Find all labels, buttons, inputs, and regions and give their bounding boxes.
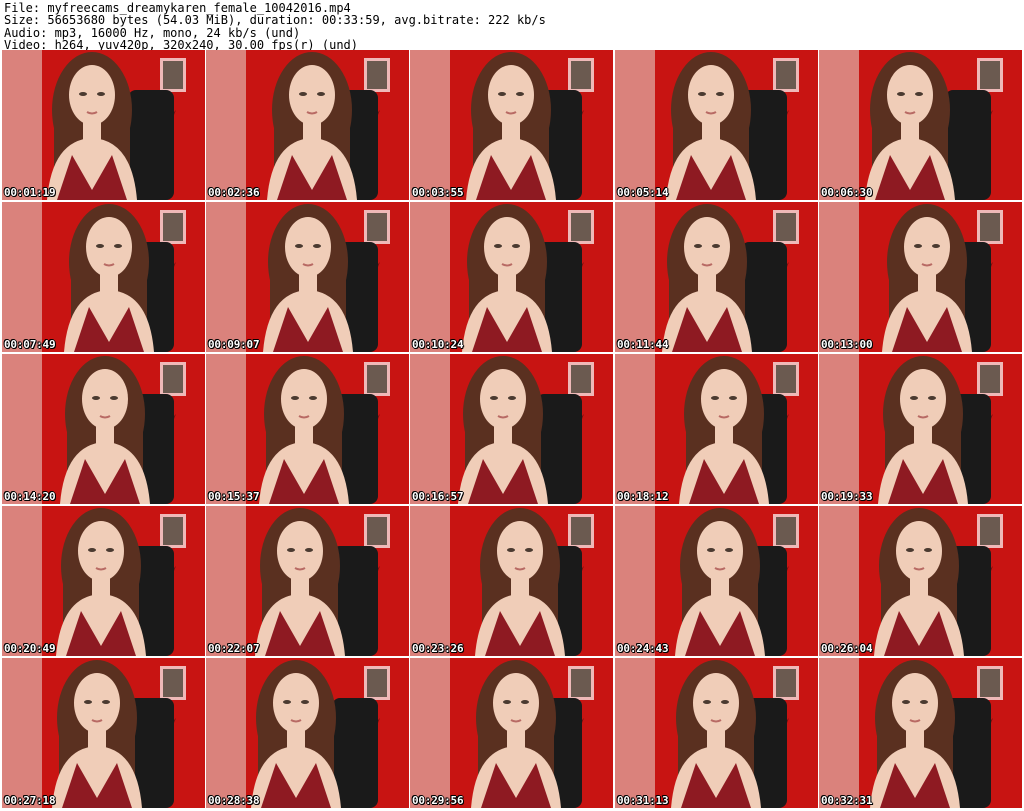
timestamp-label: 00:18:12 <box>617 490 669 503</box>
frame-image <box>615 506 818 656</box>
timestamp-label: 00:27:18 <box>4 794 56 807</box>
video-thumbnail: 00:27:18 <box>2 658 205 808</box>
timestamp-label: 00:29:56 <box>412 794 464 807</box>
video-thumbnail: 00:19:33 <box>819 354 1022 504</box>
frame-image <box>819 202 1022 352</box>
video-thumbnail: 00:07:49 <box>2 202 205 352</box>
video-thumbnail: 00:22:07 <box>206 506 409 656</box>
file-info: File: myfreecams_dreamykaren_female_1004… <box>4 2 1020 52</box>
frame-image <box>615 202 818 352</box>
frame-image <box>410 50 613 200</box>
timestamp-label: 00:09:07 <box>208 338 260 351</box>
frame-image <box>819 354 1022 504</box>
frame-image <box>410 658 613 808</box>
timestamp-label: 00:31:13 <box>617 794 669 807</box>
video-thumbnail: 00:29:56 <box>410 658 613 808</box>
timestamp-label: 00:06:30 <box>821 186 873 199</box>
frame-image <box>2 202 205 352</box>
timestamp-label: 00:03:55 <box>412 186 464 199</box>
size-line: Size: 56653680 bytes (54.03 MiB), durati… <box>4 13 546 28</box>
frame-image <box>615 50 818 200</box>
timestamp-label: 00:22:07 <box>208 642 260 655</box>
video-thumbnail: 00:16:57 <box>410 354 613 504</box>
video-thumbnail: 00:26:04 <box>819 506 1022 656</box>
video-thumbnail: 00:09:07 <box>206 202 409 352</box>
video-thumbnail: 00:24:43 <box>615 506 818 656</box>
frame-image <box>615 658 818 808</box>
timestamp-label: 00:01:19 <box>4 186 56 199</box>
timestamp-label: 00:15:37 <box>208 490 260 503</box>
frame-image <box>206 658 409 808</box>
video-thumbnail: 00:01:19 <box>2 50 205 200</box>
timestamp-label: 00:07:49 <box>4 338 56 351</box>
frame-image <box>615 354 818 504</box>
timestamp-label: 00:19:33 <box>821 490 873 503</box>
frame-image <box>2 658 205 808</box>
frame-image <box>206 202 409 352</box>
frame-image <box>819 506 1022 656</box>
frame-image <box>410 202 613 352</box>
timestamp-label: 00:13:00 <box>821 338 873 351</box>
timestamp-label: 00:16:57 <box>412 490 464 503</box>
video-thumbnail: 00:02:36 <box>206 50 409 200</box>
frame-image <box>2 50 205 200</box>
timestamp-label: 00:32:31 <box>821 794 873 807</box>
video-thumbnail: 00:31:13 <box>615 658 818 808</box>
timestamp-label: 00:24:43 <box>617 642 669 655</box>
frame-image <box>2 354 205 504</box>
timestamp-label: 00:05:14 <box>617 186 669 199</box>
timestamp-label: 00:20:49 <box>4 642 56 655</box>
frame-image <box>819 50 1022 200</box>
frame-image <box>410 506 613 656</box>
thumbnail-grid: 00:01:19 00:02:36 00:03:55 00:05:14 00:0… <box>0 50 1024 811</box>
frame-image <box>206 506 409 656</box>
frame-image <box>206 354 409 504</box>
video-thumbnail: 00:20:49 <box>2 506 205 656</box>
video-thumbnail: 00:28:38 <box>206 658 409 808</box>
frame-image <box>206 50 409 200</box>
video-thumbnail: 00:18:12 <box>615 354 818 504</box>
timestamp-label: 00:14:20 <box>4 490 56 503</box>
frame-image <box>410 354 613 504</box>
video-thumbnail: 00:23:26 <box>410 506 613 656</box>
timestamp-label: 00:11:44 <box>617 338 669 351</box>
timestamp-label: 00:26:04 <box>821 642 873 655</box>
video-thumbnail: 00:11:44 <box>615 202 818 352</box>
video-thumbnail: 00:14:20 <box>2 354 205 504</box>
frame-image <box>819 658 1022 808</box>
timestamp-label: 00:10:24 <box>412 338 464 351</box>
video-thumbnail: 00:03:55 <box>410 50 613 200</box>
video-thumbnail: 00:13:00 <box>819 202 1022 352</box>
timestamp-label: 00:02:36 <box>208 186 260 199</box>
video-thumbnail: 00:32:31 <box>819 658 1022 808</box>
video-thumbnail: 00:10:24 <box>410 202 613 352</box>
video-thumbnail: 00:06:30 <box>819 50 1022 200</box>
video-thumbnail: 00:15:37 <box>206 354 409 504</box>
timestamp-label: 00:28:38 <box>208 794 260 807</box>
video-thumbnail: 00:05:14 <box>615 50 818 200</box>
timestamp-label: 00:23:26 <box>412 642 464 655</box>
frame-image <box>2 506 205 656</box>
